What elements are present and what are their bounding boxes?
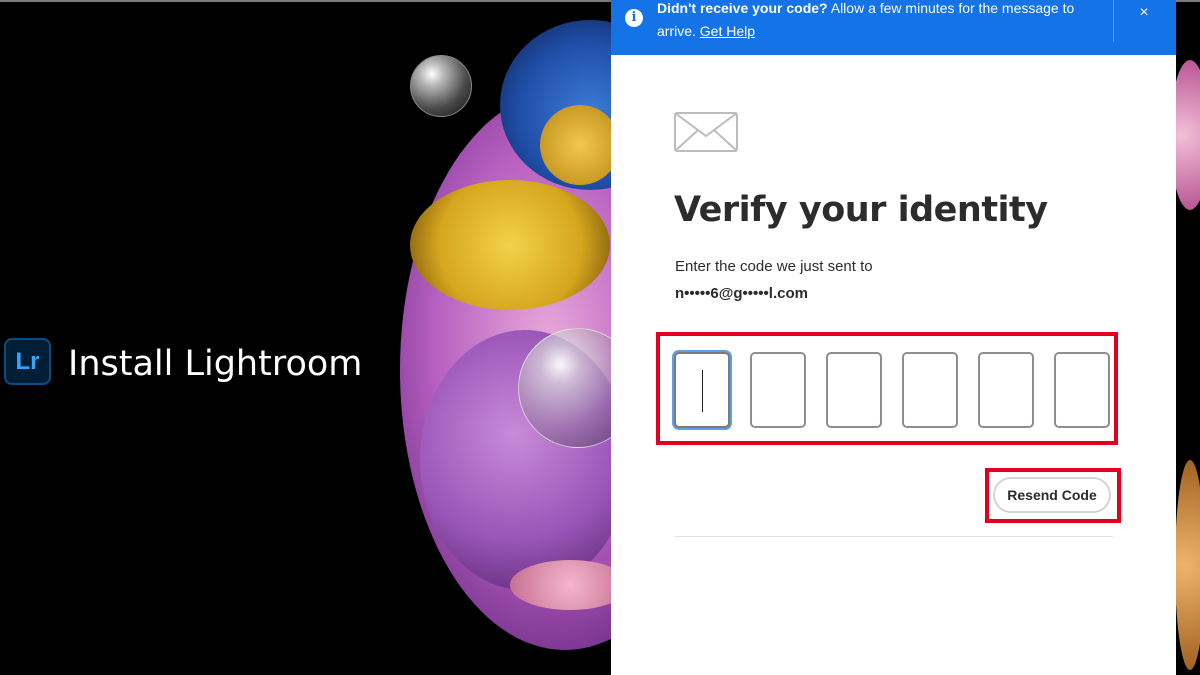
resend-code-button[interactable]: Resend Code: [993, 477, 1111, 513]
banner-divider: [1113, 0, 1114, 42]
code-digit-input-3[interactable]: [826, 352, 882, 428]
divider: [675, 536, 1113, 537]
notification-banner: i Didn't receive your code? Allow a few …: [611, 0, 1176, 55]
page-title: Verify your identity: [674, 190, 1048, 230]
code-digit-input-1[interactable]: [674, 352, 730, 428]
code-digit-input-5[interactable]: [978, 352, 1034, 428]
verify-dialog: i Didn't receive your code? Allow a few …: [611, 0, 1176, 675]
banner-message-bold: Didn't receive your code?: [657, 0, 828, 16]
text-caret: [702, 370, 703, 412]
artwork-shape: [1175, 460, 1200, 670]
get-help-link[interactable]: Get Help: [700, 23, 755, 39]
code-digit-input-2[interactable]: [750, 352, 806, 428]
instruction-text: Enter the code we just sent to: [675, 258, 873, 275]
artwork-shape: [540, 105, 620, 185]
lightroom-logo: Lr: [4, 338, 51, 385]
banner-message: Didn't receive your code? Allow a few mi…: [657, 0, 1087, 43]
info-icon: i: [625, 9, 643, 27]
close-icon[interactable]: ×: [1134, 3, 1154, 23]
app-title: Install Lightroom: [68, 344, 363, 384]
masked-email: n•••••6@g•••••l.com: [675, 285, 808, 302]
artwork-bubble: [410, 55, 472, 117]
mail-icon: [674, 112, 738, 152]
code-digit-input-4[interactable]: [902, 352, 958, 428]
code-digit-input-6[interactable]: [1054, 352, 1110, 428]
artwork-shape: [410, 180, 610, 310]
